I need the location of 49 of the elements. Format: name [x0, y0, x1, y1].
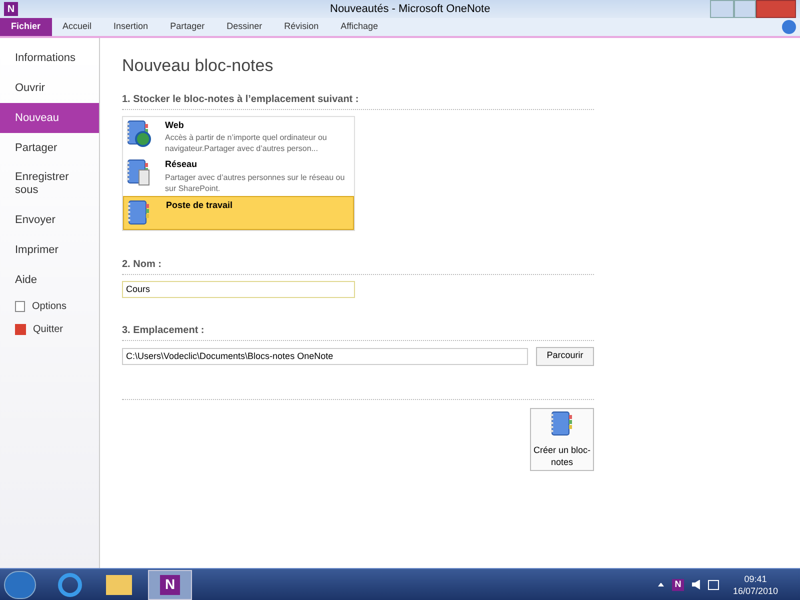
tray-expand-icon[interactable]: [658, 582, 664, 586]
sidebar-item[interactable]: Nouveau: [0, 103, 99, 133]
sidebar-item[interactable]: Partager: [0, 133, 99, 163]
browse-button[interactable]: Parcourir: [536, 346, 594, 366]
ribbon-tab[interactable]: Partager: [159, 17, 216, 36]
sidebar-item[interactable]: Aide: [0, 265, 99, 295]
section-heading: 2. Nom :: [122, 258, 162, 272]
volume-icon[interactable]: [692, 580, 700, 590]
sidebar-item[interactable]: Enregistrer sous: [0, 163, 99, 205]
ribbon-tab[interactable]: Accueil: [52, 17, 103, 36]
location-option[interactable]: Réseau Partager avec d’autres personnes sur le réseau ou sur SharePoint.: [123, 156, 354, 196]
path-field[interactable]: C:\Users\Vodeclic\Documents\Blocs-notes OneNote: [122, 348, 528, 364]
location-name: Poste de travail: [166, 198, 233, 212]
sidebar-item[interactable]: Informations: [0, 43, 99, 73]
ribbon-tab[interactable]: Révision: [273, 17, 330, 36]
sidebar-item[interactable]: Quitter: [0, 318, 99, 341]
taskbar-app-button[interactable]: N: [148, 570, 192, 600]
notebook-icon: [549, 410, 575, 438]
ribbon-tab[interactable]: Fichier: [0, 17, 52, 36]
clock-time[interactable]: 09:41: [744, 572, 767, 584]
help-icon[interactable]: [782, 20, 796, 34]
notebook-icon: [126, 198, 152, 226]
start-button[interactable]: [4, 570, 36, 598]
ribbon-tab[interactable]: Affichage: [330, 17, 389, 36]
sidebar-item[interactable]: Imprimer: [0, 235, 99, 265]
location-description: Partager avec d’autres personnes sur le réseau ou sur SharePoint.: [165, 172, 346, 194]
location-name: Réseau: [165, 158, 198, 171]
clock-date[interactable]: 16/07/2010: [732, 584, 778, 596]
sidebar-item[interactable]: Options: [0, 295, 99, 318]
sidebar-item[interactable]: Envoyer: [0, 205, 99, 235]
name-field[interactable]: Cours: [122, 280, 355, 298]
window-title: Nouveautés - Microsoft OneNote: [330, 2, 490, 17]
location-option[interactable]: Poste de travail: [123, 196, 354, 230]
ribbon-tab[interactable]: Insertion: [102, 17, 160, 36]
notebook-globe-icon: [125, 118, 151, 146]
location-name: Web: [165, 118, 185, 132]
page-title: Nouveau bloc-notes: [122, 55, 274, 77]
location-option[interactable]: Web Accès à partir de n’importe quel ordinateur ou navigateur.Partager avec d’autres person...: [123, 116, 354, 156]
section-heading: 1. Stocker le bloc-notes à l’emplacement suivant :: [122, 92, 360, 106]
notebook-server-icon: [125, 158, 151, 186]
onenote-logo[interactable]: N: [160, 574, 180, 594]
ribbon-tab[interactable]: Dessiner: [216, 17, 274, 36]
sidebar-item[interactable]: Ouvrir: [0, 73, 99, 103]
create-notebook-button[interactable]: Créer un bloc-notes: [530, 408, 594, 470]
location-description: Accès à partir de n’importe quel ordinateur ou navigateur.Partager avec d’autres person...: [165, 132, 328, 154]
folder-icon[interactable]: [106, 574, 132, 594]
section-heading: 3. Emplacement :: [122, 324, 206, 338]
tray-onenote-logo[interactable]: N: [672, 578, 684, 590]
app-logo[interactable]: N: [4, 2, 18, 16]
